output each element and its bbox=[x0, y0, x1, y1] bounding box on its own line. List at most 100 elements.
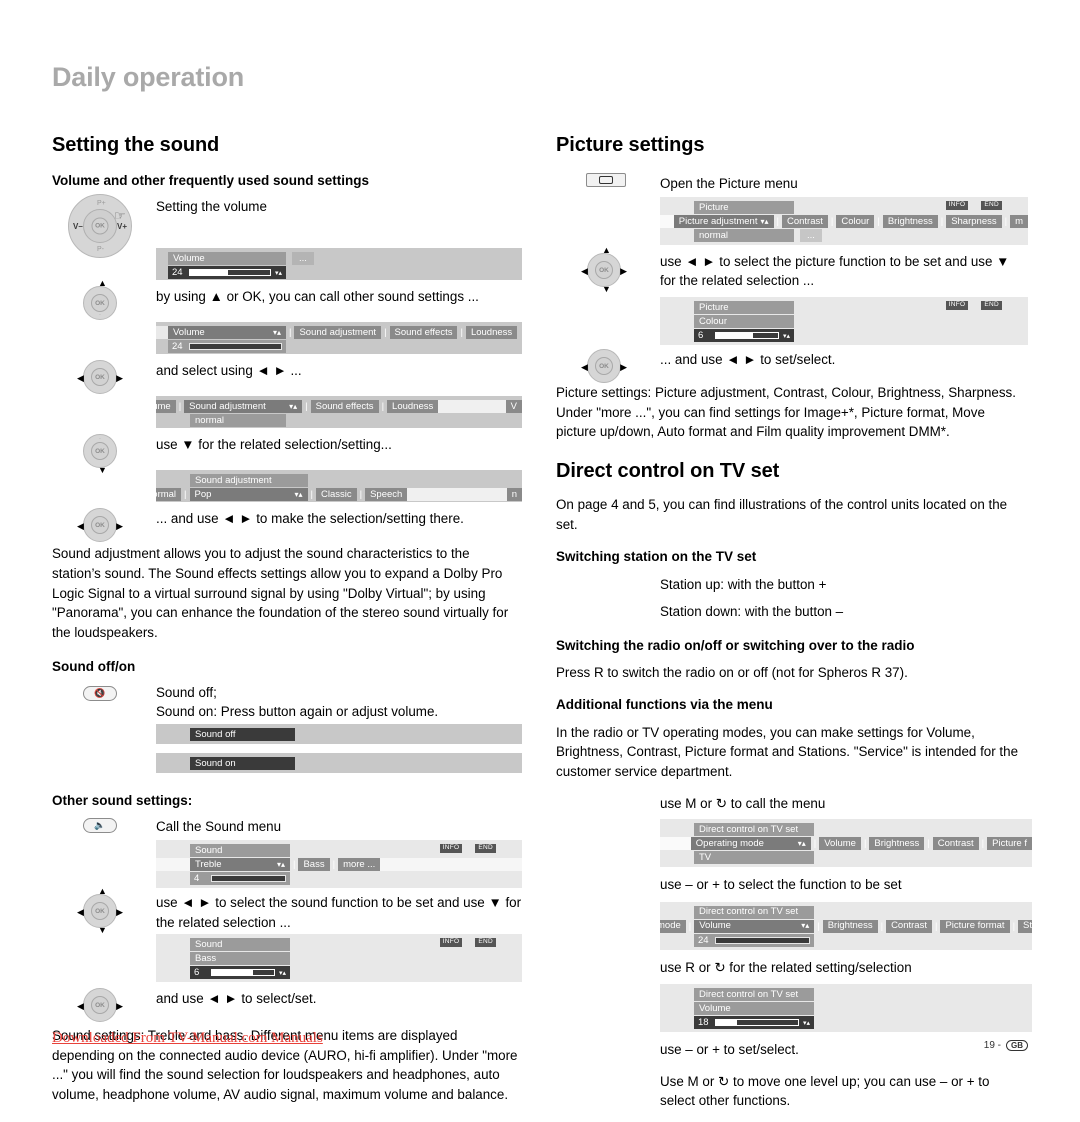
osd-separator: | bbox=[305, 401, 308, 413]
osd-item-speech[interactable]: Speech bbox=[365, 488, 408, 502]
arrow-right-icon: ▶ bbox=[620, 266, 627, 276]
arrow-left-icon: ◀ bbox=[77, 521, 84, 532]
osd-item-operating-mode[interactable]: Operating mode ▾▴ bbox=[690, 837, 811, 851]
nav-wheel-icon-small[interactable]: OK · ▼ bbox=[83, 434, 117, 475]
osd-separator: | bbox=[817, 920, 820, 932]
osd-item-sound-adjustment[interactable]: Sound adjustment ▾▴ bbox=[184, 400, 303, 414]
osd-item-stations-partial[interactable]: Stat bbox=[1018, 919, 1032, 933]
speaker-icon[interactable]: 🔈 bbox=[83, 818, 117, 834]
picture-button-icon[interactable] bbox=[586, 173, 626, 187]
download-source-note[interactable]: Downloaded From TV-Manual.com Manuals bbox=[52, 1030, 323, 1047]
osd-volume-slider[interactable]: 24 bbox=[694, 933, 814, 947]
osd-volume-slider[interactable]: 24 ▾▴ bbox=[168, 266, 286, 280]
mute-icon[interactable]: 🔇 bbox=[83, 685, 117, 701]
remote-wheel-left-right-3[interactable]: OK ◀ ▶ bbox=[52, 988, 148, 1023]
paragraph-level-up: Use M or ↻ to move one level up; you can… bbox=[660, 1073, 990, 1109]
picture-button-wrap[interactable] bbox=[556, 173, 656, 187]
sound-button-wrap[interactable]: 🔈 bbox=[52, 818, 148, 834]
osd-item-normal-partial[interactable]: normal bbox=[156, 488, 182, 502]
nav-wheel-icon-small[interactable]: OK ▲ · bbox=[83, 279, 117, 321]
subheading-additional-functions: Additional functions via the menu bbox=[556, 697, 773, 713]
nav-wheel-icon-small[interactable]: OK ◀ ▶ bbox=[77, 360, 123, 395]
osd-bass-bar bbox=[211, 969, 275, 977]
nav-wheel-icon-small[interactable]: OK ◀ ▶ ▲ ▼ bbox=[77, 887, 123, 935]
osd-title-direct-control: Direct control on TV set bbox=[694, 988, 814, 1002]
osd-item-loudness[interactable]: Loudness bbox=[465, 326, 518, 340]
ok-button-icon[interactable]: OK bbox=[91, 217, 109, 235]
remote-wheel-left-right-pic[interactable]: OK ◀ ▶ bbox=[556, 349, 652, 383]
nav-wheel-icon-small[interactable]: OK ◀ ▶ ▲ ▼ bbox=[581, 246, 627, 294]
step-down-for-related-selection: OK · ▼ use ▼ for the related selection/s… bbox=[52, 434, 522, 475]
osd-item-sound-effects[interactable]: Sound effects bbox=[389, 326, 458, 340]
osd-item-treble[interactable]: Treble ▾▴ bbox=[190, 858, 290, 872]
ok-button-icon[interactable]: OK bbox=[595, 357, 613, 375]
osd-item-picture-format-partial[interactable]: Picture f bbox=[987, 837, 1032, 851]
osd-item-loudness[interactable]: Loudness bbox=[387, 400, 439, 414]
remote-wheel-left-right-2[interactable]: OK ◀ ▶ bbox=[52, 508, 148, 543]
arrow-right-icon: ▶ bbox=[116, 907, 123, 918]
osd-item-colour[interactable]: Colour bbox=[836, 215, 875, 228]
osd-picture-menu: INFO END Picture Picture adjustment ▾▴ |… bbox=[660, 197, 1028, 245]
osd-more-button[interactable]: ... bbox=[800, 229, 822, 242]
osd-item-sound-effects[interactable]: Sound effects bbox=[310, 400, 379, 414]
osd-item-more[interactable]: more ... bbox=[338, 858, 381, 872]
ok-button-icon[interactable]: OK bbox=[91, 902, 109, 921]
osd-item-volume[interactable]: Volume bbox=[819, 837, 861, 851]
nav-wheel-icon-small[interactable]: OK ◀ ▶ bbox=[77, 508, 123, 543]
ok-button-icon[interactable]: OK bbox=[91, 442, 109, 461]
subheading-switching-station: Switching station on the TV set bbox=[556, 548, 757, 564]
nav-wheel-icon-small[interactable]: OK ◀ ▶ bbox=[77, 988, 123, 1023]
ok-button-icon[interactable]: OK bbox=[91, 996, 109, 1015]
remote-wheel-down[interactable]: OK · ▼ bbox=[52, 434, 148, 475]
osd-bass-slider[interactable]: 6 ▾▴ bbox=[190, 966, 290, 980]
nav-wheel-icon[interactable]: V– V+ P+ P- OK bbox=[68, 194, 132, 259]
step-label-sound-select: use ◄ ► to select the sound function to … bbox=[156, 895, 522, 930]
osd-volume-slider[interactable]: 24 bbox=[168, 340, 286, 354]
ok-button-icon[interactable]: OK bbox=[595, 261, 613, 279]
osd-item-volume[interactable]: Volume ▾▴ bbox=[168, 326, 286, 340]
osd-volume-slider[interactable]: 18 ▾▴ bbox=[694, 1016, 814, 1030]
osd-item-sharpness[interactable]: Sharpness bbox=[946, 215, 1002, 228]
ok-button-icon[interactable]: OK bbox=[91, 516, 109, 535]
osd-separator: | bbox=[1004, 216, 1008, 227]
remote-wheel-left-right[interactable]: OK ◀ ▶ bbox=[52, 360, 148, 395]
osd-item-contrast[interactable]: Contrast bbox=[886, 919, 932, 933]
remote-wheel-volume[interactable]: V– V+ P+ P- OK ☜ bbox=[52, 194, 148, 259]
osd-item-classic[interactable]: Classic bbox=[315, 488, 357, 502]
osd-item-pop[interactable]: Pop ▾▴ bbox=[189, 488, 308, 502]
osd-item-volume[interactable]: Volume ▾▴ bbox=[694, 919, 815, 933]
osd-colour-slider[interactable]: 6 ▾▴ bbox=[694, 329, 794, 342]
pointing-hand-icon: ☜ bbox=[114, 208, 126, 224]
arrow-left-icon: ◀ bbox=[581, 362, 588, 372]
osd-info-end-badges: INFO END bbox=[945, 301, 1002, 310]
osd-item-picture-adjustment[interactable]: Picture adjustment ▾▴ bbox=[673, 215, 774, 228]
osd-separator: | bbox=[863, 838, 867, 850]
osd-item-volume-partial[interactable]: Volume bbox=[156, 400, 176, 414]
remote-wheel-4way-picture[interactable]: OK ◀ ▶ ▲ ▼ bbox=[556, 246, 652, 294]
osd-item-right-partial: n bbox=[506, 488, 522, 502]
osd-treble-slider[interactable]: 4 bbox=[190, 872, 290, 886]
osd-item-contrast[interactable]: Contrast bbox=[781, 215, 828, 228]
ok-button-icon[interactable]: OK bbox=[91, 368, 109, 387]
remote-wheel-up-ok[interactable]: OK ▲ · bbox=[52, 279, 148, 321]
osd-item-brightness[interactable]: Brightness bbox=[869, 837, 925, 851]
osd-direct-operating: Direct control on TV set Operating mode … bbox=[660, 819, 1032, 868]
paragraph-direct-control: On page 4 and 5, you can find illustrati… bbox=[556, 497, 1008, 532]
osd-item-contrast[interactable]: Contrast bbox=[932, 837, 979, 851]
arrow-right-icon: ▶ bbox=[620, 362, 627, 372]
osd-item-more-partial[interactable]: m bbox=[1010, 215, 1028, 228]
osd-item-picture-format[interactable]: Picture format bbox=[940, 919, 1010, 933]
osd-separator: | bbox=[293, 859, 296, 871]
ok-button-icon[interactable]: OK bbox=[91, 294, 109, 313]
osd-item-mode-partial[interactable]: mode bbox=[660, 919, 686, 933]
osd-item-bass[interactable]: Bass bbox=[298, 858, 330, 872]
remote-wheel-4way[interactable]: OK ◀ ▶ ▲ ▼ bbox=[52, 887, 148, 935]
nav-wheel-icon-small[interactable]: OK ◀ ▶ bbox=[581, 349, 627, 383]
osd-item-brightness[interactable]: Brightness bbox=[822, 919, 878, 933]
mute-button-wrap[interactable]: 🔇 bbox=[52, 685, 148, 701]
osd-separator: | bbox=[880, 920, 884, 932]
osd-more-button[interactable]: ... bbox=[292, 252, 314, 266]
section-title-direct-control: Direct control on TV set bbox=[556, 460, 780, 483]
osd-item-sound-adjustment[interactable]: Sound adjustment bbox=[294, 326, 382, 340]
osd-item-brightness[interactable]: Brightness bbox=[882, 215, 938, 228]
